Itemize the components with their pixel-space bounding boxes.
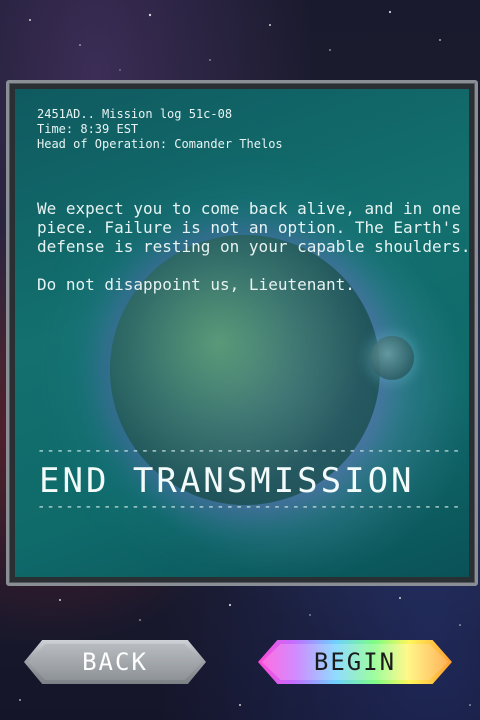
- begin-button-label: BEGIN: [313, 648, 397, 676]
- message-paragraph-2: Do not disappoint us, Lieutenant.: [37, 275, 355, 294]
- begin-button[interactable]: BEGIN: [258, 640, 452, 684]
- message-paragraph-1: We expect you to come back alive, and in…: [37, 199, 469, 256]
- message-body: We expect you to come back alive, and in…: [37, 199, 469, 313]
- back-button[interactable]: BACK: [24, 640, 206, 684]
- back-button-label: BACK: [82, 648, 148, 676]
- transmission-panel: 2451AD.. Mission log 51c-08 Time: 8:39 ES…: [15, 89, 469, 577]
- moon-image: [370, 336, 414, 380]
- end-transmission-title: END TRANSMISSION: [39, 461, 415, 501]
- log-time-line: Time: 8:39 EST: [37, 122, 139, 136]
- log-id-line: 2451AD.. Mission log 51c-08: [37, 107, 233, 121]
- mission-log-header: 2451AD.. Mission log 51c-08 Time: 8:39 ES…: [37, 107, 283, 152]
- separator-top: ----------------------------------------…: [37, 443, 461, 459]
- log-head-line: Head of Operation: Comander Thelos: [37, 137, 283, 151]
- transmission-panel-frame: 2451AD.. Mission log 51c-08 Time: 8:39 ES…: [6, 80, 478, 586]
- separator-bottom: ----------------------------------------…: [37, 499, 461, 515]
